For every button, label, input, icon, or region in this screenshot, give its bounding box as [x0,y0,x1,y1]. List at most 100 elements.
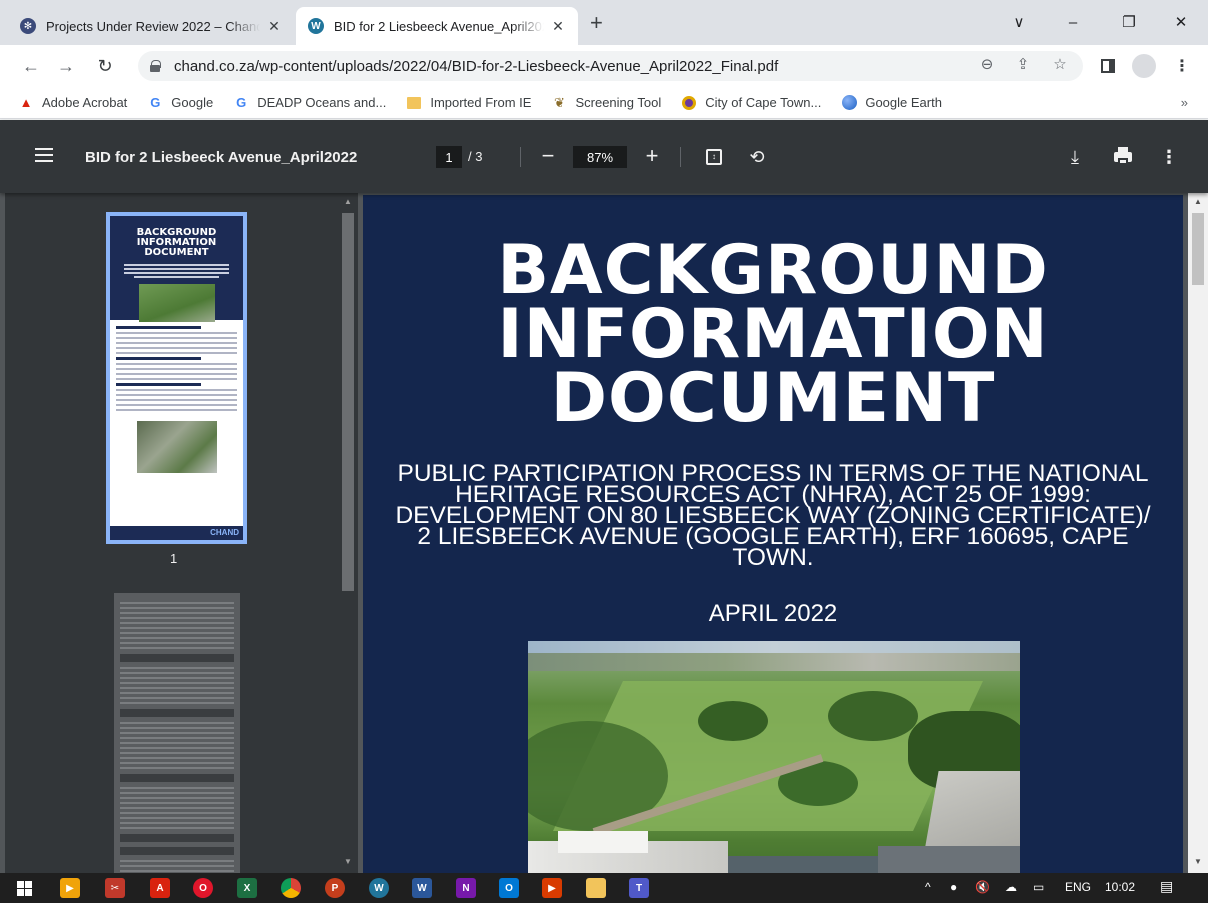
bookmark-label: Imported From IE [430,95,532,110]
wordpress-app-icon[interactable]: W [369,878,389,898]
sidebar-scroll-thumb[interactable] [342,213,354,591]
minimize-button[interactable]: – [1050,8,1096,36]
onedrive-icon[interactable]: ☁ [1005,880,1017,894]
thumbnail-heading: DOCUMENT [144,247,209,258]
bookmark-screening-tool[interactable]: ❦ Screening Tool [551,95,661,111]
zoom-level-input[interactable]: 87% [573,146,627,168]
side-panel-icon[interactable] [1096,54,1120,78]
thumbnail-photo [138,284,215,322]
pdf-page-1: BACKGROUND INFORMATION DOCUMENT PUBLIC P… [363,195,1183,873]
bookmark-label: Google [171,95,214,110]
bookmark-city-of-cape-town[interactable]: City of Cape Town... [681,95,821,111]
address-bar[interactable]: chand.co.za/wp-content/uploads/2022/04/B… [138,51,1083,81]
page-scroll-thumb[interactable] [1192,213,1204,285]
close-tab-icon[interactable]: ✕ [266,18,282,35]
scroll-up-arrow-icon[interactable]: ▲ [1193,197,1203,206]
pdf-viewer: BACKGROUND INFORMATION DOCUMENT CHAND 1 … [0,193,1208,873]
bookmark-google-earth[interactable]: Google Earth [841,95,942,111]
forward-arrow-icon[interactable]: → [53,53,79,79]
zoom-in-button[interactable]: + [638,142,666,170]
page-thumbnail-1[interactable]: BACKGROUND INFORMATION DOCUMENT CHAND [106,212,247,544]
scroll-down-arrow-icon[interactable]: ▼ [343,857,353,866]
bookmark-adobe-acrobat[interactable]: ▲ Adobe Acrobat [18,95,128,111]
document-heading-line: DOCUMENT [550,359,996,438]
thumbnail-page-number: 1 [170,551,178,566]
excel-icon[interactable]: X [237,878,257,898]
more-actions-icon[interactable]: ⋮ [1156,144,1182,170]
tab-search-icon[interactable]: ∨ [996,8,1042,36]
download-icon[interactable]: ⤓ [1062,144,1088,170]
print-icon[interactable] [1110,144,1136,170]
thumbnail-header: BACKGROUND INFORMATION DOCUMENT [110,216,243,322]
document-heading-line: INFORMATION [497,295,1049,374]
new-tab-button[interactable]: + [590,10,603,36]
bookmarks-overflow-button[interactable]: » [1181,95,1188,110]
outlook-icon[interactable]: O [499,878,519,898]
scroll-down-arrow-icon[interactable]: ▼ [1193,857,1203,866]
input-language[interactable]: ENG [1065,880,1091,894]
thumbnail-subtext-lines [110,258,243,278]
bookmark-google[interactable]: G Google [147,95,213,111]
pdf-document-title: BID for 2 Liesbeeck Avenue_April2022 [85,149,358,166]
document-heading: BACKGROUND INFORMATION DOCUMENT [363,237,1183,438]
lock-icon[interactable] [150,60,161,72]
zoom-magnifier-icon[interactable]: ⊖ [977,55,997,73]
acrobat-icon: ▲ [19,95,33,110]
onenote-icon[interactable]: N [456,878,476,898]
page-number-input[interactable]: 1 [436,146,462,168]
media-player-icon[interactable]: ▶ [542,878,562,898]
tab-title: Projects Under Review 2022 – Chand [46,18,260,34]
folder-icon [406,95,422,111]
tray-app-icon[interactable]: ● [950,880,957,894]
close-tab-icon[interactable]: ✕ [550,18,566,35]
wordpress-favicon-icon: W [308,18,324,34]
zoom-out-button[interactable]: − [534,142,562,170]
bookmark-label: Screening Tool [575,95,662,110]
chand-favicon-icon: ✻ [20,18,36,34]
bookmarks-bar: ▲ Adobe Acrobat G Google G DEADP Oceans … [0,87,1208,119]
document-subtitle: PUBLIC PARTICIPATION PROCESS IN TERMS OF… [395,460,1151,571]
back-arrow-icon[interactable]: ← [18,53,44,79]
bookmark-deadp-oceans[interactable]: G DEADP Oceans and... [233,95,386,111]
reload-icon[interactable]: ↻ [92,53,118,79]
toolbar-divider [520,147,521,167]
acrobat-app-icon[interactable]: A [150,878,170,898]
close-window-button[interactable]: ✕ [1158,8,1204,36]
bookmark-label: City of Cape Town... [705,95,822,110]
bookmark-label: Adobe Acrobat [42,95,128,110]
earth-icon [841,95,857,111]
powerpoint-icon[interactable]: P [325,878,345,898]
teams-icon[interactable]: T [629,878,649,898]
pdf-toolbar: BID for 2 Liesbeeck Avenue_April2022 1 /… [0,120,1208,193]
google-icon: G [236,95,247,110]
browser-menu-icon[interactable]: ⋮ [1170,54,1194,78]
fit-to-page-icon[interactable]: ↕ [701,144,727,170]
profile-avatar[interactable] [1132,54,1156,78]
tab-bid-pdf[interactable]: W BID for 2 Liesbeeck Avenue_April2022 ✕ [296,7,578,45]
share-icon[interactable]: ⇪ [1013,55,1033,73]
scroll-up-arrow-icon[interactable]: ▲ [343,197,353,206]
taskbar-clock[interactable]: 10:02 [1105,880,1135,894]
windows-start-icon[interactable] [14,878,34,898]
snipping-tool-icon[interactable]: ✂ [105,878,125,898]
tray-overflow-icon[interactable]: ^ [925,880,931,894]
rotate-icon[interactable]: ⟲ [744,144,770,170]
word-icon[interactable]: W [412,878,432,898]
thumbnail-text-lines [110,320,243,417]
screen-recorder-icon[interactable]: ▶ [60,878,80,898]
page-scrollbar[interactable]: ▲ ▼ [1188,193,1208,873]
page-thumbnail-2[interactable] [114,593,240,873]
file-explorer-icon[interactable] [586,878,606,898]
network-icon[interactable]: ▭ [1033,880,1044,894]
bookmark-label: DEADP Oceans and... [257,95,387,110]
bookmark-imported-from-ie[interactable]: Imported From IE [406,95,531,111]
bookmark-star-icon[interactable]: ☆ [1050,55,1070,73]
volume-muted-icon[interactable]: 🔇 [975,880,990,894]
notifications-icon[interactable]: ▤ [1160,878,1173,895]
chrome-icon[interactable] [281,878,301,898]
aerial-site-photo [528,641,1020,873]
opera-icon[interactable]: O [193,878,213,898]
sidebar-menu-icon[interactable] [35,148,53,162]
restore-button[interactable]: ❐ [1106,8,1152,36]
tab-projects-under-review[interactable]: ✻ Projects Under Review 2022 – Chand ✕ [8,7,294,45]
